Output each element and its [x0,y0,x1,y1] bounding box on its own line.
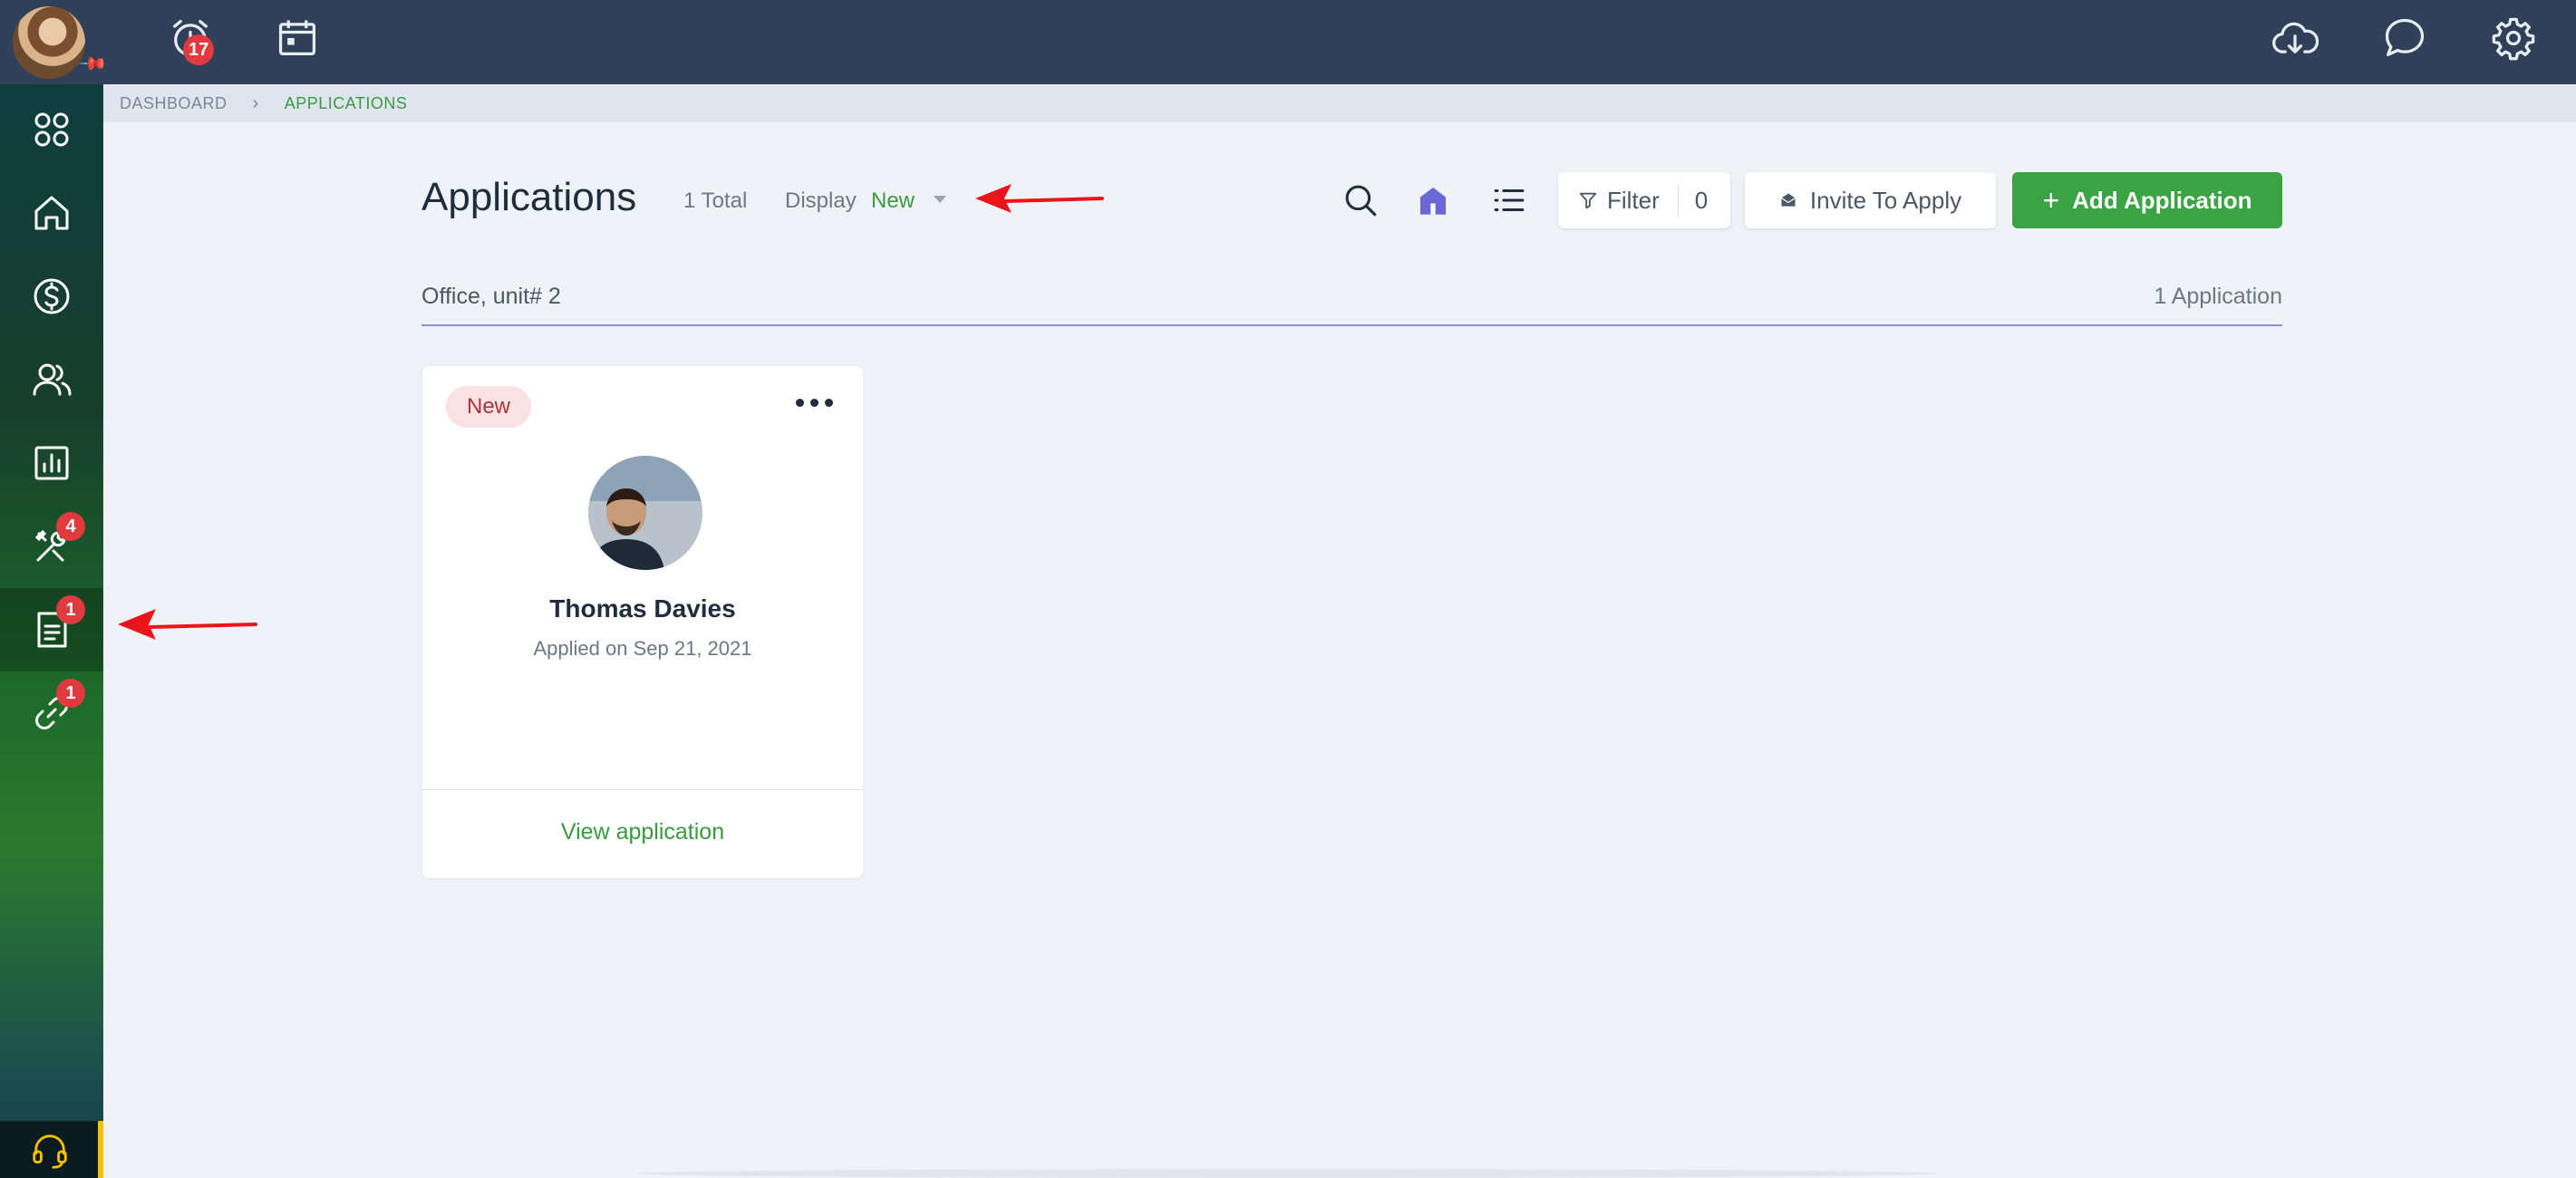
card-divider [422,789,863,790]
chevron-down-icon[interactable] [934,196,946,203]
breadcrumb-separator-icon: › [252,92,259,113]
bottom-shadow [634,1169,1940,1178]
group-name: Office, unit# 2 [421,284,561,309]
add-application-button[interactable]: + Add Application [2012,172,2282,228]
group-divider [421,324,2282,326]
chat-icon[interactable] [2381,14,2428,62]
home-icon [34,196,69,230]
sidebar-item-apps[interactable] [0,88,103,171]
total-count: 1 Total [683,188,748,213]
plus-icon: + [2042,184,2060,217]
apps-grid-icon [34,112,69,147]
maintenance-badge: 4 [56,512,85,541]
chart-icon [34,446,69,480]
display-label: Display [785,188,857,213]
property-view-icon[interactable] [1409,177,1457,224]
annotation-arrow-sidebar [118,609,257,640]
page-title: Applications [421,175,637,219]
sidebar-item-home[interactable] [0,171,103,255]
filter-label: Filter [1607,186,1660,214]
sidebar-item-reports[interactable] [0,421,103,505]
applicant-name: Thomas Davies [549,594,736,623]
support-button[interactable] [0,1121,100,1178]
sidebar-item-applications[interactable]: 1 [0,588,103,671]
application-card[interactable]: New Thomas Davies Applied on Sep 21, 202… [422,366,863,878]
invite-to-apply-button[interactable]: Invite To Apply [1745,172,1996,228]
support-indicator [98,1121,103,1178]
annotation-arrow-display [975,184,1104,213]
alarm-clock-icon[interactable]: 17 [167,14,215,65]
cloud-download-icon[interactable] [2271,14,2319,62]
breadcrumb: DASHBOARD › APPLICATIONS [103,84,2576,122]
sidebar-item-maintenance[interactable]: 4 [0,505,103,588]
applied-date: Applied on Sep 21, 2021 [533,637,752,660]
status-badge: New [446,386,531,428]
invite-label: Invite To Apply [1809,186,1962,214]
calendar-icon[interactable] [274,14,321,62]
more-options-icon[interactable] [796,399,833,407]
users-icon [33,363,72,396]
list-view-icon[interactable] [1486,177,1533,224]
envelope-icon [1781,193,1796,207]
breadcrumb-applications: APPLICATIONS [284,93,408,112]
filter-icon [1579,192,1597,209]
notifications-badge: 17 [183,34,215,65]
display-dropdown[interactable]: New [871,188,915,214]
user-avatar[interactable] [13,6,85,79]
filter-button[interactable]: Filter 0 [1558,172,1730,228]
search-icon[interactable] [1337,177,1384,224]
applications-badge: 1 [56,595,85,624]
group-count: 1 Application [2154,284,2282,309]
add-application-label: Add Application [2072,186,2252,214]
sidebar-item-accounting[interactable] [0,255,103,338]
top-bar: 📌 17 [0,0,2576,84]
headset-icon [33,1134,67,1169]
filter-divider [1677,185,1679,216]
dollar-icon [34,278,70,314]
breadcrumb-dashboard[interactable]: DASHBOARD [120,94,228,113]
sidebar-item-people[interactable] [0,338,103,421]
links-badge: 1 [56,679,85,708]
filter-count: 0 [1694,186,1709,214]
sidebar: 4 1 1 [0,84,103,1178]
applicant-avatar [588,456,702,570]
view-application-link[interactable]: View application [422,819,863,845]
sidebar-item-links[interactable]: 1 [0,671,103,755]
settings-gear-icon[interactable] [2490,14,2537,62]
